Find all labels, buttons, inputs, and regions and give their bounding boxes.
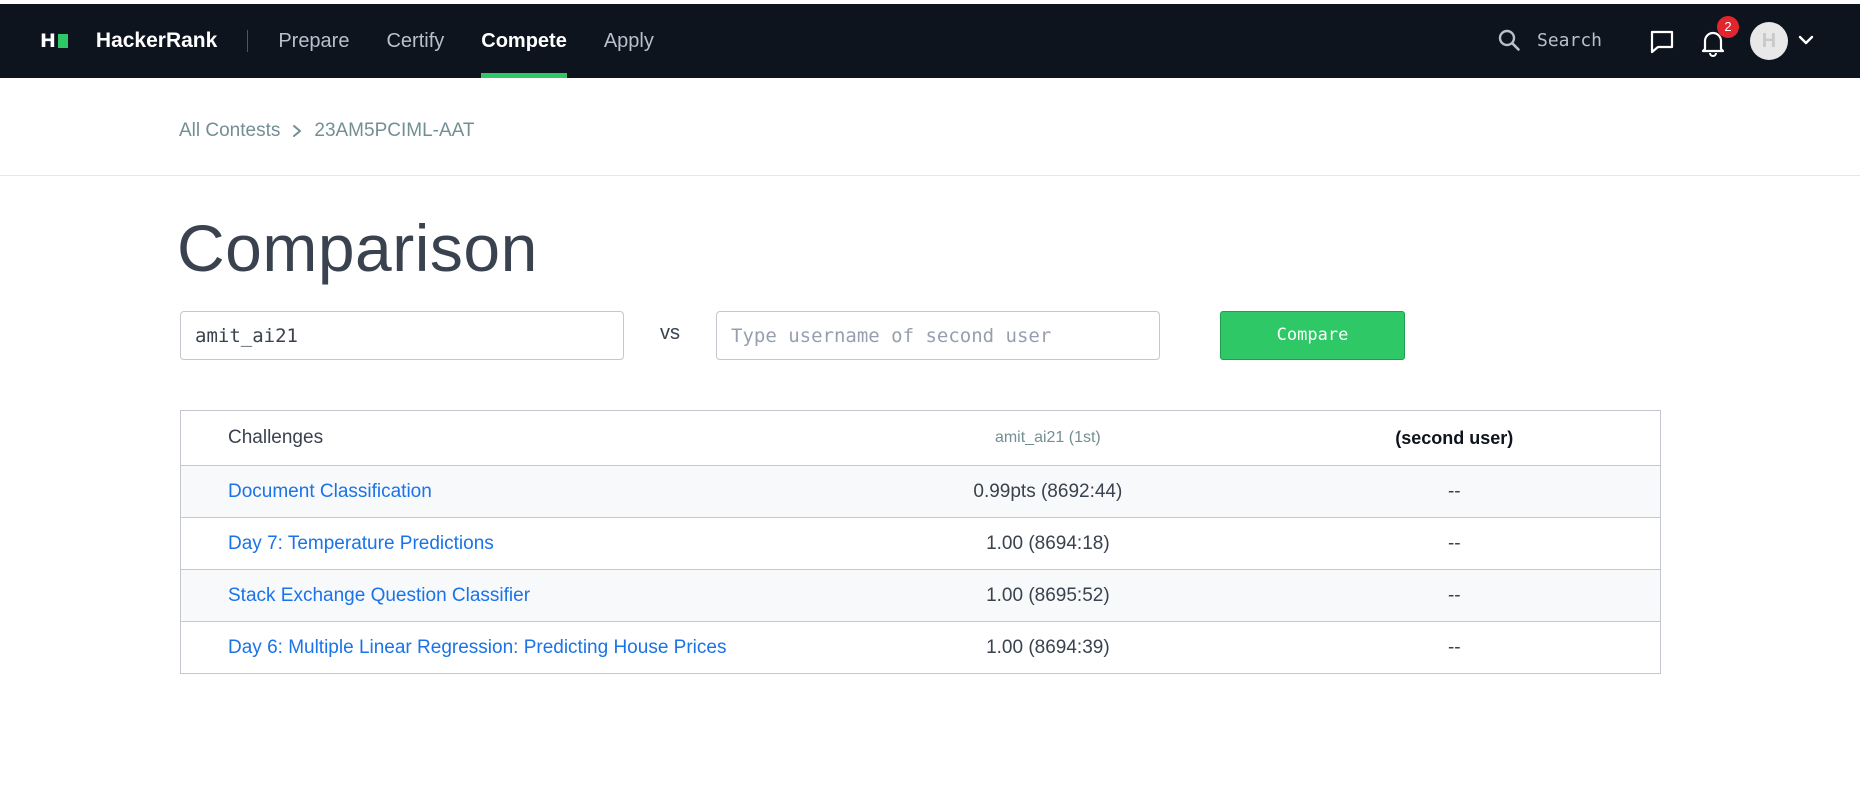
nav-link-compete[interactable]: Compete [481, 4, 567, 78]
comparison-table: Challenges amit_ai21 (1st) (second user)… [180, 410, 1661, 674]
nav-link-prepare[interactable]: Prepare [278, 4, 349, 78]
second-user-input[interactable] [716, 311, 1160, 360]
nav-divider [247, 30, 249, 52]
nav-link-apply[interactable]: Apply [604, 4, 654, 78]
avatar[interactable]: H [1750, 22, 1788, 60]
table-header-row: Challenges amit_ai21 (1st) (second user) [181, 411, 1660, 465]
nav-link-certify[interactable]: Certify [386, 4, 444, 78]
table-row: Day 7: Temperature Predictions 1.00 (869… [181, 517, 1660, 569]
user2-score: -- [1447, 480, 1461, 502]
breadcrumb-chevron-icon [292, 124, 302, 138]
challenge-link[interactable]: Document Classification [228, 481, 432, 502]
table-row: Document Classification 0.99pts (8692:44… [181, 465, 1660, 517]
user1-score: 1.00 (8694:18) [986, 532, 1110, 554]
user1-score: 0.99pts (8692:44) [973, 480, 1123, 502]
top-navigation: H HackerRank Prepare Certify Compete App… [0, 4, 1860, 78]
user2-score: -- [1447, 636, 1461, 658]
first-user-input[interactable] [180, 311, 624, 360]
breadcrumb-contest[interactable]: 23AM5PCIML-AAT [314, 120, 474, 142]
challenge-link[interactable]: Day 6: Multiple Linear Regression: Predi… [228, 637, 726, 658]
chevron-down-icon[interactable] [1797, 33, 1815, 47]
header-challenges: Challenges [228, 427, 324, 448]
user2-score: -- [1447, 584, 1461, 606]
chat-icon[interactable] [1649, 29, 1675, 55]
breadcrumb: All Contests 23AM5PCIML-AAT [179, 120, 475, 142]
header-user2: (second user) [1395, 427, 1514, 448]
user1-score: 1.00 (8694:39) [986, 636, 1110, 658]
search-icon [1498, 29, 1520, 51]
vs-label: vs [660, 322, 680, 344]
search-placeholder[interactable]: Search [1537, 30, 1602, 51]
brand-name[interactable]: HackerRank [96, 29, 217, 53]
notification-badge: 2 [1717, 16, 1739, 38]
challenge-link[interactable]: Stack Exchange Question Classifier [228, 585, 530, 606]
logo-square-icon [57, 34, 68, 48]
header-user1: amit_ai21 (1st) [994, 429, 1101, 446]
compare-button[interactable]: Compare [1220, 311, 1405, 360]
table-row: Day 6: Multiple Linear Regression: Predi… [181, 621, 1660, 673]
search-box[interactable]: Search [1497, 28, 1602, 52]
breadcrumb-bar: All Contests 23AM5PCIML-AAT [0, 78, 1860, 176]
logo-letter: H [40, 30, 56, 52]
breadcrumb-all-contests[interactable]: All Contests [179, 120, 280, 142]
table-row: Stack Exchange Question Classifier 1.00 … [181, 569, 1660, 621]
hackerrank-logo[interactable]: H [40, 4, 68, 78]
page-title: Comparison [177, 211, 538, 285]
challenge-link[interactable]: Day 7: Temperature Predictions [228, 533, 494, 554]
user1-score: 1.00 (8695:52) [986, 584, 1110, 606]
nav-left: H HackerRank Prepare Certify Compete App… [40, 4, 691, 78]
user2-score: -- [1447, 532, 1461, 554]
